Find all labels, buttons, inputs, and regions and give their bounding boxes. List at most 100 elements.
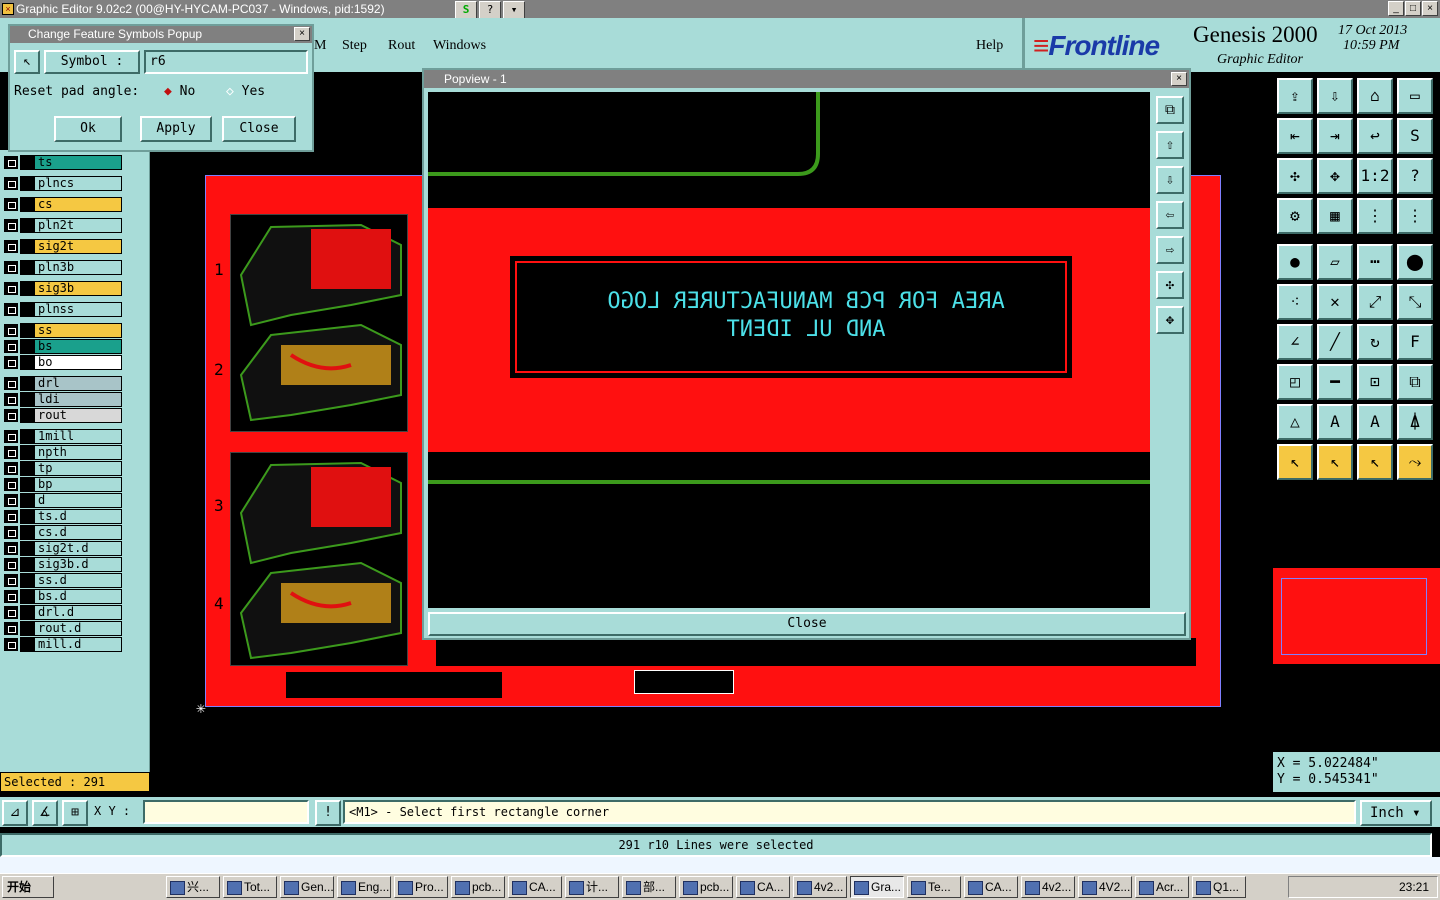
tool-icon[interactable]: ✕ [1317, 284, 1353, 320]
tool-icon[interactable]: ● [1277, 244, 1313, 280]
layer-name[interactable]: ldi [34, 392, 122, 407]
layer-row[interactable]: sig3b [4, 281, 122, 296]
pan-up-icon[interactable]: ⇧ [1156, 131, 1184, 159]
pan-left-icon[interactable]: ⇦ [1156, 201, 1184, 229]
layer-checkbox[interactable] [4, 526, 18, 539]
layer-name[interactable]: d [34, 493, 122, 508]
tool-icon[interactable]: A [1317, 404, 1353, 440]
taskbar-item[interactable]: CA... [736, 876, 790, 898]
layer-checkbox[interactable] [4, 198, 18, 211]
menu-step[interactable]: Step [342, 38, 367, 54]
layer-checkbox[interactable] [4, 156, 18, 169]
tool-icon[interactable]: ⬤ [1397, 244, 1433, 280]
layer-checkbox[interactable] [4, 638, 18, 651]
tool-icon[interactable]: A [1357, 404, 1393, 440]
taskbar-item[interactable]: 4v2... [1021, 876, 1075, 898]
measure-icon[interactable]: ∡ [32, 800, 58, 826]
symbol-label[interactable]: Symbol : [44, 50, 140, 74]
layer-checkbox[interactable] [4, 340, 18, 353]
snap-icon[interactable]: ⊿ [2, 800, 28, 826]
taskbar-item[interactable]: 计... [565, 876, 619, 898]
tool-icon[interactable]: ↖ [1317, 444, 1353, 480]
tool-icon[interactable]: ⊡ [1357, 364, 1393, 400]
tool-icon[interactable]: ↖ [1357, 444, 1393, 480]
tool-icon[interactable]: ⋮ [1397, 198, 1433, 234]
minimize-button[interactable]: _ [1388, 1, 1404, 16]
tool-icon[interactable]: ↖ [1277, 444, 1313, 480]
s-tool-button[interactable]: S [455, 1, 477, 19]
option-no-radio[interactable]: ◆ No [164, 84, 195, 99]
layer-checkbox[interactable] [4, 324, 18, 337]
tool-icon[interactable]: ⇪ [1277, 78, 1313, 114]
layer-checkbox[interactable] [4, 478, 18, 491]
maximize-button[interactable]: □ [1405, 1, 1421, 16]
layer-name[interactable]: cs.d [34, 525, 122, 540]
alert-icon[interactable]: ! [315, 800, 341, 826]
tool-icon[interactable]: ↻ [1357, 324, 1393, 360]
ok-button[interactable]: Ok [54, 116, 122, 142]
layer-checkbox[interactable] [4, 542, 18, 555]
layer-row[interactable]: mill.d [4, 637, 122, 652]
symbol-input[interactable]: r6 [144, 50, 308, 74]
taskbar-item[interactable]: 4v2... [793, 876, 847, 898]
tool-icon[interactable]: ⁖ [1277, 284, 1313, 320]
tool-icon[interactable]: ◰ [1277, 364, 1313, 400]
layer-checkbox[interactable] [4, 282, 18, 295]
layer-row[interactable]: 1mill [4, 429, 122, 444]
layer-row[interactable]: cs.d [4, 525, 122, 540]
tool-icon[interactable]: S [1397, 118, 1433, 154]
close-window-button[interactable]: × [1422, 1, 1438, 16]
layer-row[interactable]: ss [4, 323, 122, 338]
menu-m[interactable]: M [314, 38, 326, 54]
layer-checkbox[interactable] [4, 558, 18, 571]
taskbar-item[interactable]: Acr... [1135, 876, 1189, 898]
layer-name[interactable]: ts [34, 155, 122, 170]
unit-selector[interactable]: Inch ▾ [1360, 800, 1432, 826]
tool-icon[interactable]: ↩ [1357, 118, 1393, 154]
popup-close-icon[interactable]: × [294, 27, 310, 41]
tool-icon[interactable]: ? [1397, 158, 1433, 194]
taskbar-item[interactable]: 4V2... [1078, 876, 1132, 898]
tool-icon[interactable]: ▦ [1317, 198, 1353, 234]
layer-checkbox[interactable] [4, 574, 18, 587]
tool-icon[interactable]: ⤳ [1397, 444, 1433, 480]
layer-checkbox[interactable] [4, 393, 18, 406]
layer-checkbox[interactable] [4, 377, 18, 390]
tool-icon[interactable]: F [1397, 324, 1433, 360]
layer-name[interactable]: ts.d [34, 509, 122, 524]
taskbar-item[interactable]: 部... [622, 876, 676, 898]
tool-icon[interactable]: ✥ [1317, 158, 1353, 194]
tool-icon[interactable]: ⇤ [1277, 118, 1313, 154]
layer-row[interactable]: ldi [4, 392, 122, 407]
taskbar-item[interactable]: Eng... [337, 876, 391, 898]
tool-icon[interactable]: ⋮ [1357, 198, 1393, 234]
taskbar-item[interactable]: pcb... [679, 876, 733, 898]
tool-icon[interactable]: ⤡ [1397, 284, 1433, 320]
zoom-in-icon[interactable]: ✣ [1156, 271, 1184, 299]
tool-icon[interactable]: ⧉ [1397, 364, 1433, 400]
layer-checkbox[interactable] [4, 510, 18, 523]
taskbar-item[interactable]: Tot... [223, 876, 277, 898]
taskbar-item[interactable]: Gra... [850, 876, 904, 898]
layer-row[interactable]: pln3b [4, 260, 122, 275]
tool-icon[interactable]: ⚙ [1277, 198, 1313, 234]
tool-icon[interactable]: ⍋ [1397, 404, 1433, 440]
tool-icon[interactable]: ⌂ [1357, 78, 1393, 114]
layer-name[interactable]: rout [34, 408, 122, 423]
layer-name[interactable]: npth [34, 445, 122, 460]
layer-row[interactable]: sig2t.d [4, 541, 122, 556]
layer-row[interactable]: sig3b.d [4, 557, 122, 572]
pick-symbol-icon[interactable]: ↖ [14, 50, 40, 74]
layer-checkbox[interactable] [4, 409, 18, 422]
apply-button[interactable]: Apply [140, 116, 212, 142]
layer-checkbox[interactable] [4, 590, 18, 603]
layer-row[interactable]: drl [4, 376, 122, 391]
layer-name[interactable]: cs [34, 197, 122, 212]
layer-name[interactable]: 1mill [34, 429, 122, 444]
tool-icon[interactable]: ⇩ [1317, 78, 1353, 114]
layer-row[interactable]: npth [4, 445, 122, 460]
layer-row[interactable]: plncs [4, 176, 122, 191]
taskbar-item[interactable]: Te... [907, 876, 961, 898]
layer-checkbox[interactable] [4, 261, 18, 274]
pan-down-icon[interactable]: ⇩ [1156, 166, 1184, 194]
